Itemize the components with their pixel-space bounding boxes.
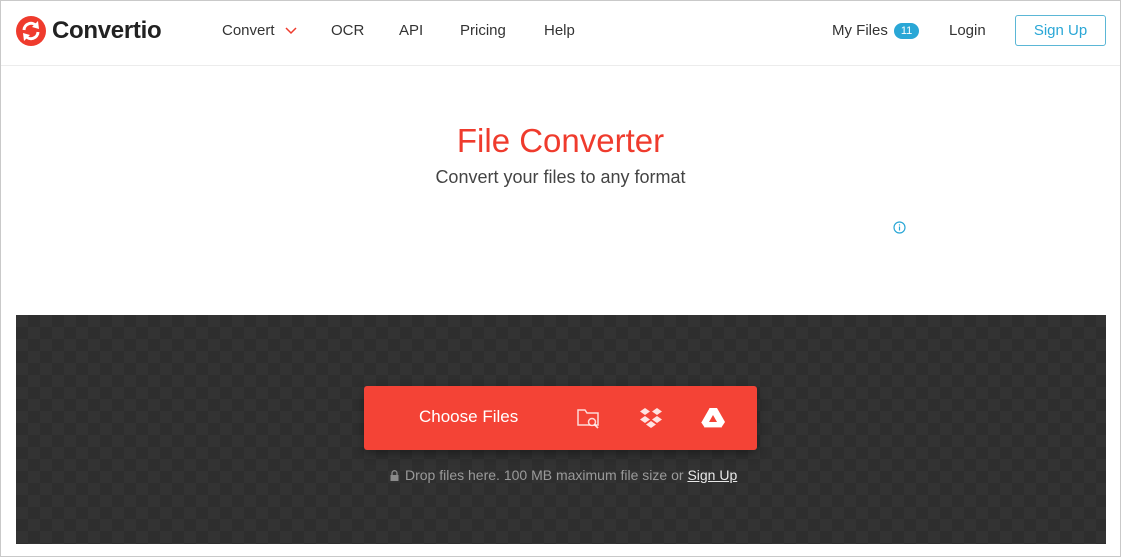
choose-files-bar: Choose Files: [364, 386, 757, 450]
folder-search-icon[interactable]: [576, 406, 602, 430]
top-header: Convertio Convert OCR API Pricing Help M…: [1, 1, 1120, 66]
convertio-logo-icon: [16, 16, 46, 46]
drop-files-text: Drop files here. 100 MB maximum file siz…: [405, 467, 684, 483]
choose-files-button[interactable]: Choose Files: [419, 407, 518, 427]
nav-my-files[interactable]: My Files 11: [832, 22, 920, 39]
nav-convert[interactable]: Convert: [222, 22, 297, 39]
nav-api[interactable]: API: [399, 22, 423, 39]
brand-name: Convertio: [52, 17, 162, 44]
lock-icon: [390, 470, 399, 481]
info-icon[interactable]: [893, 221, 906, 234]
chevron-down-icon: [285, 27, 297, 35]
file-drop-zone[interactable]: Choose Files Drop files here. 100 MB max…: [16, 315, 1106, 544]
nav-pricing[interactable]: Pricing: [460, 22, 506, 39]
drop-files-note: Drop files here. 100 MB maximum file siz…: [390, 467, 737, 483]
logo[interactable]: Convertio: [16, 16, 162, 46]
nav-convert-label: Convert: [222, 22, 275, 39]
my-files-count-badge: 11: [893, 23, 920, 39]
nav-login[interactable]: Login: [949, 22, 986, 39]
page-subtitle: Convert your files to any format: [435, 167, 686, 187]
dropbox-icon[interactable]: [638, 406, 664, 430]
nav-help[interactable]: Help: [544, 22, 575, 39]
my-files-label: My Files: [832, 22, 888, 39]
google-drive-icon[interactable]: [700, 406, 726, 430]
page-title: File Converter: [456, 122, 665, 159]
sign-up-link[interactable]: Sign Up: [687, 467, 737, 483]
sign-up-button[interactable]: Sign Up: [1015, 15, 1106, 46]
nav-ocr[interactable]: OCR: [331, 22, 364, 39]
